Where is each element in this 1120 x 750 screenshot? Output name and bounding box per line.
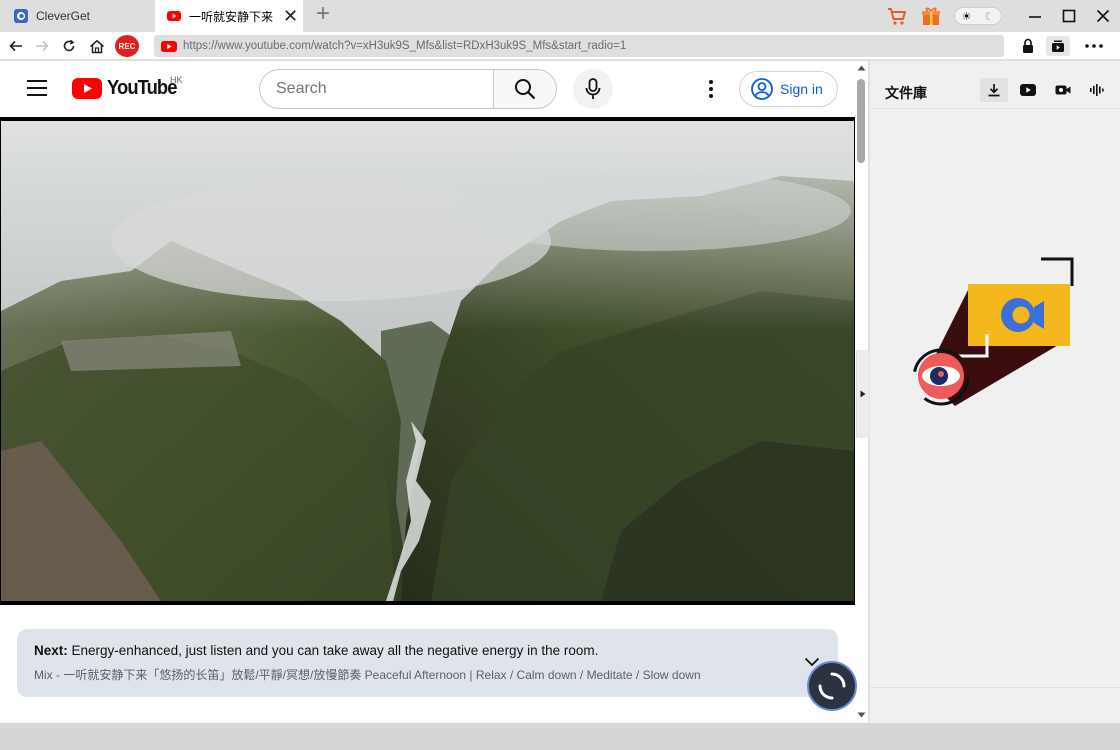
scroll-up-icon[interactable] bbox=[857, 65, 866, 71]
video-player[interactable] bbox=[0, 117, 855, 605]
moon-icon: ☾ bbox=[984, 10, 995, 23]
microphone-icon bbox=[585, 78, 601, 99]
close-window-button[interactable] bbox=[1086, 0, 1120, 32]
up-next-title: Energy-enhanced, just listen and you can… bbox=[71, 643, 599, 658]
close-icon bbox=[1096, 9, 1110, 23]
more-menu-button[interactable] bbox=[1082, 36, 1106, 56]
youtube-header: YouTube HK Sign in bbox=[0, 61, 855, 117]
settings-menu-button[interactable] bbox=[700, 77, 722, 101]
sign-in-label: Sign in bbox=[780, 81, 823, 97]
scroll-down-icon[interactable] bbox=[857, 712, 866, 718]
record-button[interactable]: REC bbox=[115, 35, 139, 57]
up-next-title-line: Next: Energy-enhanced, just listen and y… bbox=[34, 643, 821, 658]
library-panel: 文件庫 bbox=[869, 61, 1120, 723]
youtube-wordmark: YouTube bbox=[107, 77, 177, 99]
download-analyze-button[interactable] bbox=[807, 661, 857, 711]
forward-button[interactable] bbox=[31, 36, 53, 56]
sun-icon: ☀ bbox=[961, 10, 972, 23]
back-arrow-icon bbox=[9, 40, 22, 52]
tab-youtube-video[interactable]: 一听就安静下来「悠 ✕ bbox=[155, 0, 303, 32]
url-text: https://www.youtube.com/watch?v=xH3uk9S_… bbox=[183, 40, 627, 52]
lock-button[interactable] bbox=[1016, 36, 1040, 56]
youtube-icon bbox=[1020, 84, 1036, 96]
maximize-button[interactable] bbox=[1052, 0, 1086, 32]
search-icon bbox=[515, 79, 536, 100]
tab-title: 一听就安静下来「悠 bbox=[189, 9, 277, 24]
caret-right-icon bbox=[860, 390, 866, 398]
library-footer-divider bbox=[870, 687, 1120, 688]
reload-icon bbox=[63, 39, 75, 52]
menu-icon[interactable] bbox=[27, 80, 47, 96]
minimize-button[interactable] bbox=[1018, 0, 1052, 32]
gift-icon[interactable] bbox=[920, 5, 942, 27]
region-label: HK bbox=[170, 75, 183, 85]
audio-wave-icon bbox=[1090, 84, 1104, 96]
cleverget-window: CleverGet 一听就安静下来「悠 ✕ + ☀ ☾ REC ht bbox=[0, 0, 1120, 750]
minimize-icon bbox=[1029, 16, 1041, 18]
account-icon bbox=[751, 78, 773, 100]
youtube-logo[interactable]: YouTube bbox=[72, 77, 180, 100]
reload-button[interactable] bbox=[58, 36, 80, 56]
navigation-bar: REC https://www.youtube.com/watch?v=xH3u… bbox=[0, 32, 1120, 60]
up-next-card[interactable]: Next: Energy-enhanced, just listen and y… bbox=[17, 629, 838, 697]
video-library-icon bbox=[1052, 40, 1064, 52]
theme-toggle[interactable]: ☀ ☾ bbox=[954, 7, 1002, 25]
new-tab-button[interactable]: + bbox=[312, 2, 334, 26]
cart-icon[interactable] bbox=[886, 5, 908, 27]
sign-in-button[interactable]: Sign in bbox=[739, 71, 838, 107]
url-bar[interactable]: https://www.youtube.com/watch?v=xH3uk9S_… bbox=[154, 35, 1004, 57]
library-header: 文件庫 bbox=[870, 61, 1120, 109]
video-library-button[interactable] bbox=[1046, 36, 1070, 56]
back-button[interactable] bbox=[5, 36, 27, 56]
youtube-site-icon bbox=[161, 40, 177, 52]
tab-bar: CleverGet 一听就安静下来「悠 ✕ + ☀ ☾ bbox=[0, 0, 1120, 32]
voice-search-button[interactable] bbox=[573, 69, 613, 109]
loading-spinner-icon bbox=[818, 672, 846, 700]
library-title: 文件庫 bbox=[885, 85, 927, 101]
scroll-thumb[interactable] bbox=[857, 79, 865, 163]
tab-title: CleverGet bbox=[36, 9, 91, 23]
tab-cleverget[interactable]: CleverGet bbox=[0, 0, 155, 32]
cleverget-logo-icon bbox=[14, 9, 28, 23]
video-camera-icon bbox=[1055, 85, 1071, 95]
home-button[interactable] bbox=[86, 36, 108, 56]
window-controls: ☀ ☾ bbox=[886, 0, 1120, 32]
up-next-label: Next: bbox=[34, 643, 68, 658]
tab-video-recordings[interactable] bbox=[1049, 78, 1077, 102]
download-icon bbox=[988, 84, 1000, 97]
more-vertical-icon bbox=[709, 80, 713, 98]
tab-audio[interactable] bbox=[1083, 78, 1111, 102]
maximize-icon bbox=[1062, 9, 1076, 23]
youtube-favicon-icon bbox=[167, 11, 181, 21]
tab-youtube[interactable] bbox=[1014, 78, 1042, 102]
up-next-subtitle: Mix - 一听就安静下来「悠扬的长笛」放鬆/平靜/冥想/放慢節奏 Peacef… bbox=[34, 668, 701, 682]
search-input[interactable] bbox=[276, 80, 476, 98]
video-thumbnail-canyon bbox=[1, 121, 854, 601]
youtube-play-icon bbox=[72, 78, 102, 99]
tab-downloads[interactable] bbox=[980, 78, 1008, 102]
home-icon bbox=[90, 39, 104, 53]
browser-content: YouTube HK Sign in bbox=[0, 61, 868, 723]
close-tab-icon[interactable]: ✕ bbox=[283, 7, 298, 25]
search-button[interactable] bbox=[493, 69, 557, 109]
empty-library-illustration bbox=[912, 257, 1074, 406]
lock-icon bbox=[1023, 38, 1033, 53]
panel-toggle-button[interactable] bbox=[856, 350, 869, 438]
more-horizontal-icon bbox=[1085, 44, 1103, 48]
forward-arrow-icon bbox=[36, 40, 49, 52]
status-bar bbox=[0, 723, 1120, 750]
search-box bbox=[259, 69, 494, 109]
